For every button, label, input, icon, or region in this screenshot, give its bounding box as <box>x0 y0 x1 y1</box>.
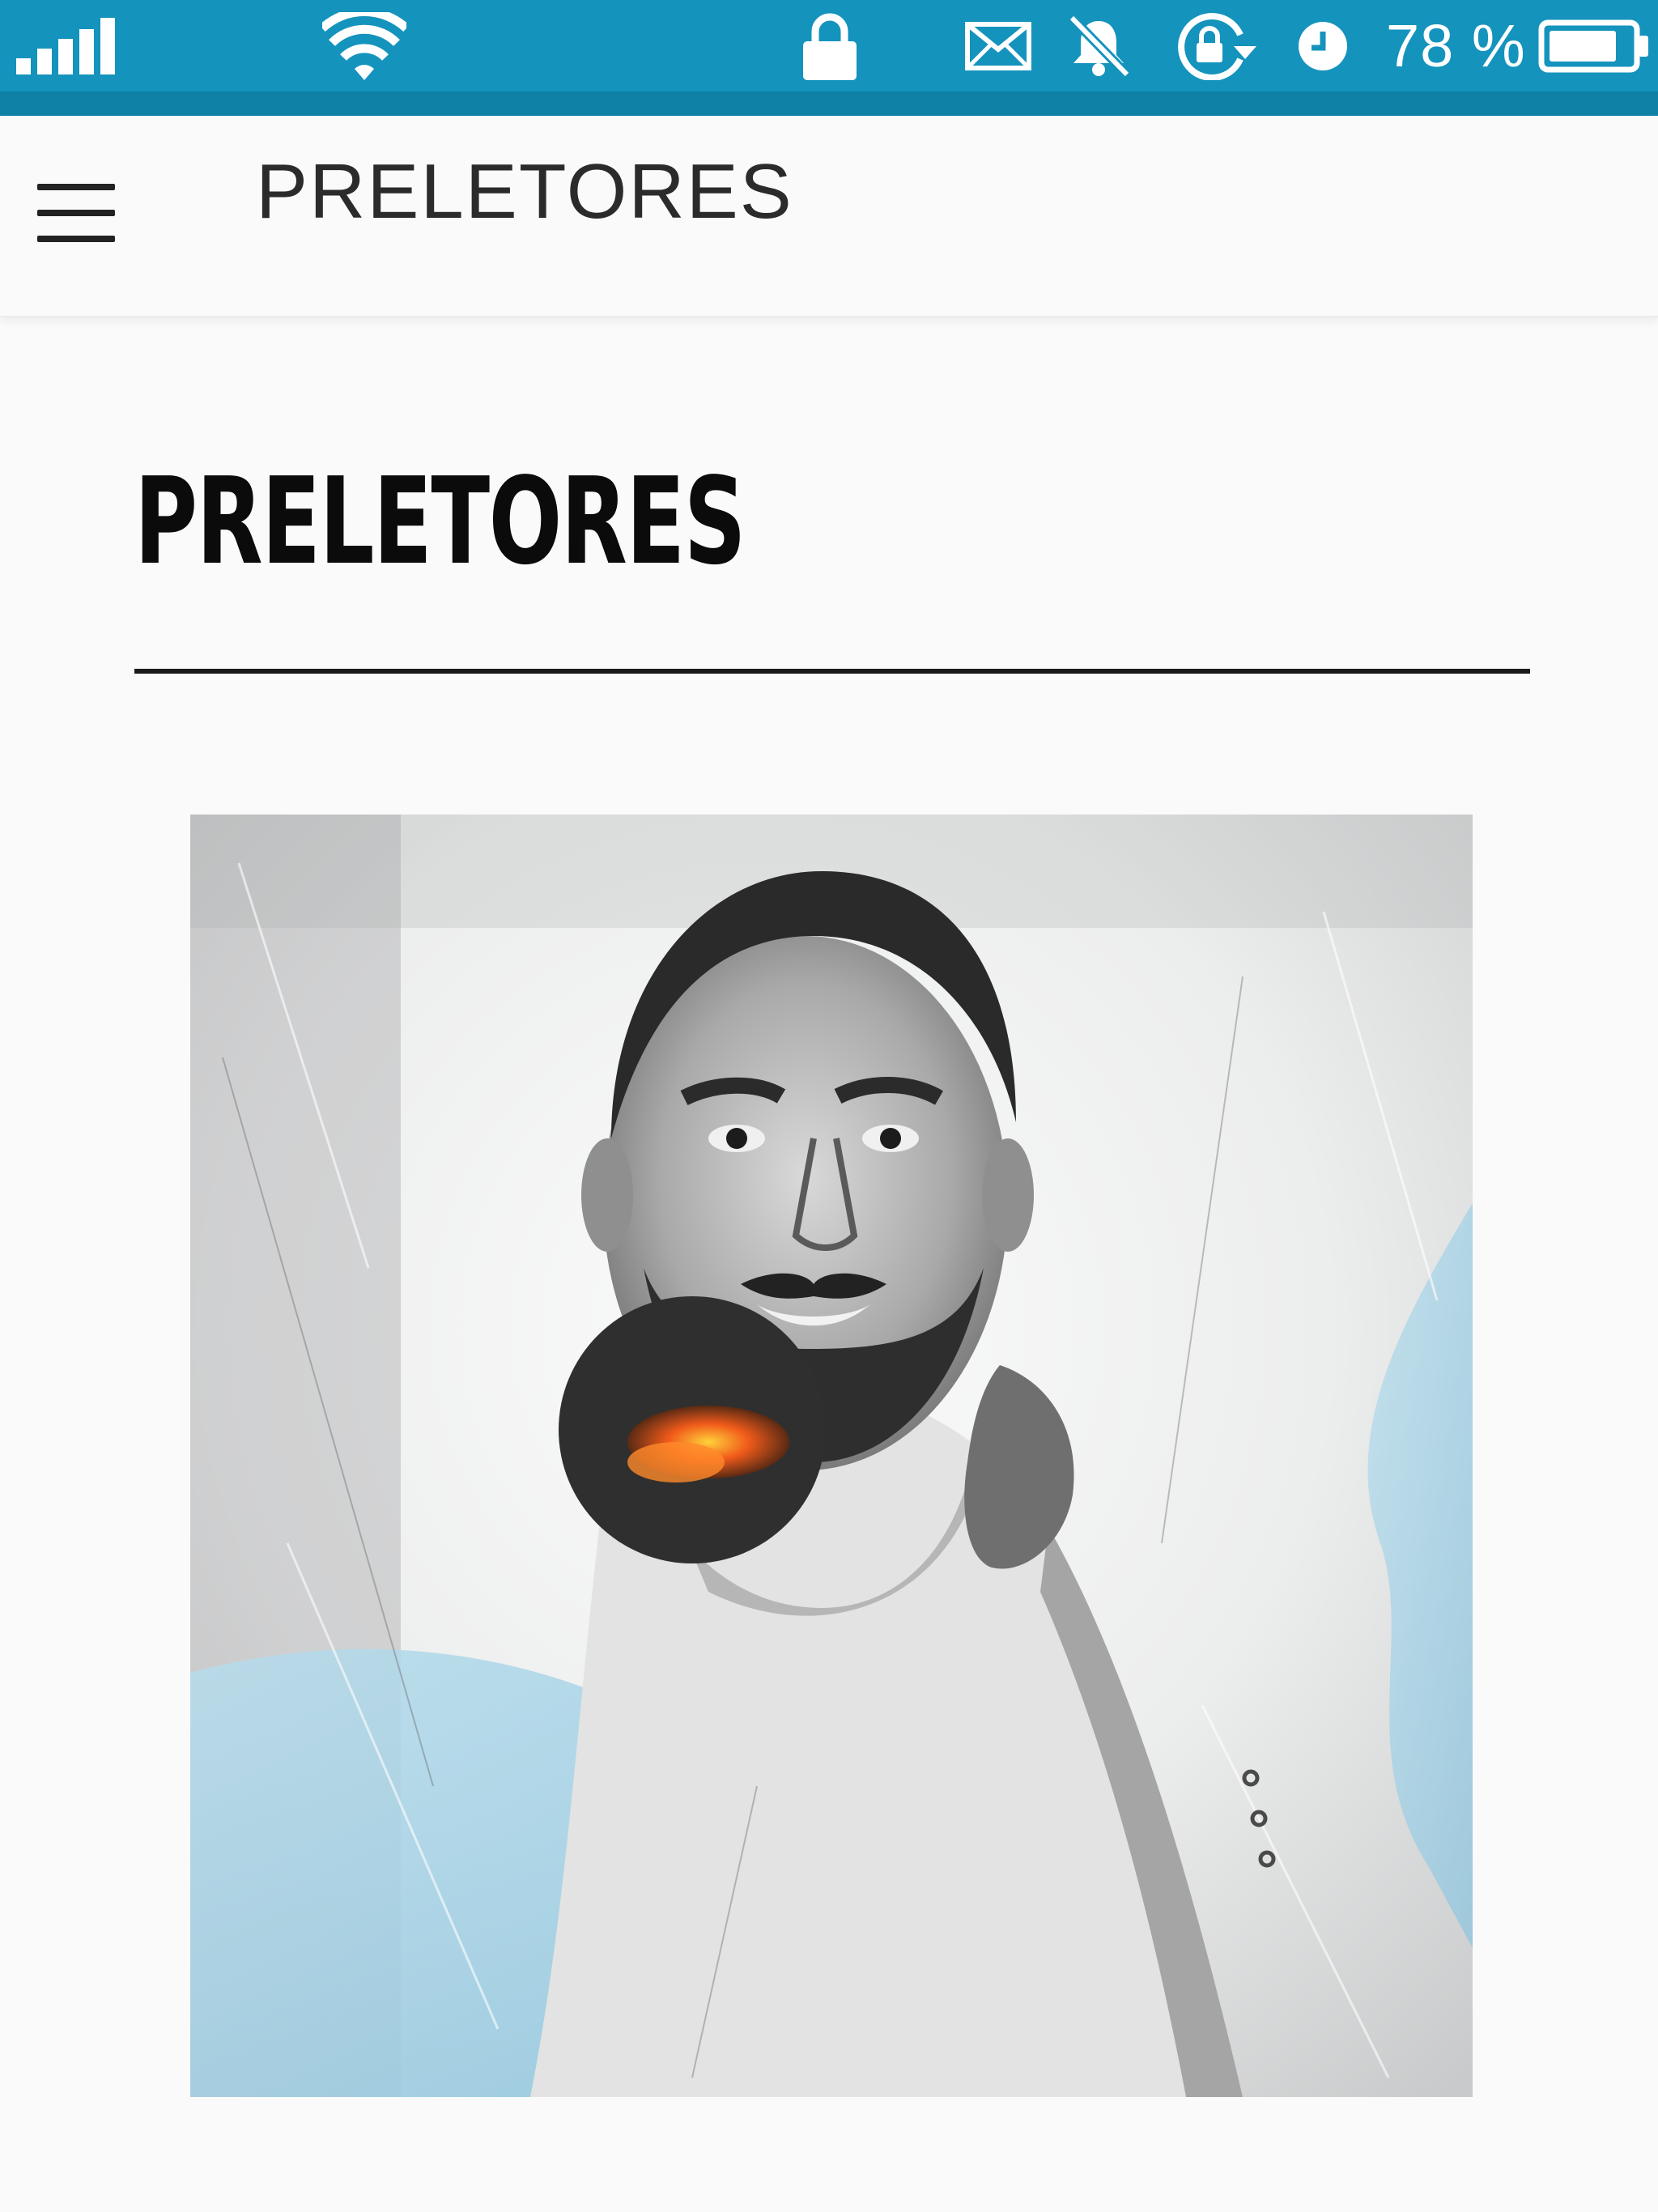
battery-percentage: 78 % <box>1386 0 1526 91</box>
menu-line <box>37 184 115 190</box>
hamburger-menu-icon[interactable] <box>31 174 121 252</box>
bell-off-icon <box>1067 0 1130 91</box>
menu-line <box>37 210 115 216</box>
status-bar: 78 % <box>0 0 1658 116</box>
lock-icon <box>801 0 858 91</box>
speaker-portrait <box>190 815 1473 2097</box>
rotation-lock-icon <box>1175 0 1265 91</box>
alarm-clock-icon <box>1297 0 1349 91</box>
page-title: PRELETORES <box>134 452 746 591</box>
speaker-photo[interactable] <box>190 815 1473 2097</box>
wifi-icon <box>322 0 406 91</box>
app-bar: PRELETORES <box>0 116 1658 317</box>
app-bar-title: PRELETORES <box>256 148 793 235</box>
mail-icon <box>965 0 1031 91</box>
heading-divider <box>134 669 1530 674</box>
battery-icon <box>1538 0 1650 91</box>
menu-line <box>37 236 115 242</box>
signal-icon <box>16 0 118 91</box>
status-bar-shadow <box>0 91 1658 116</box>
battery-percentage-text: 78 % <box>1386 12 1526 79</box>
